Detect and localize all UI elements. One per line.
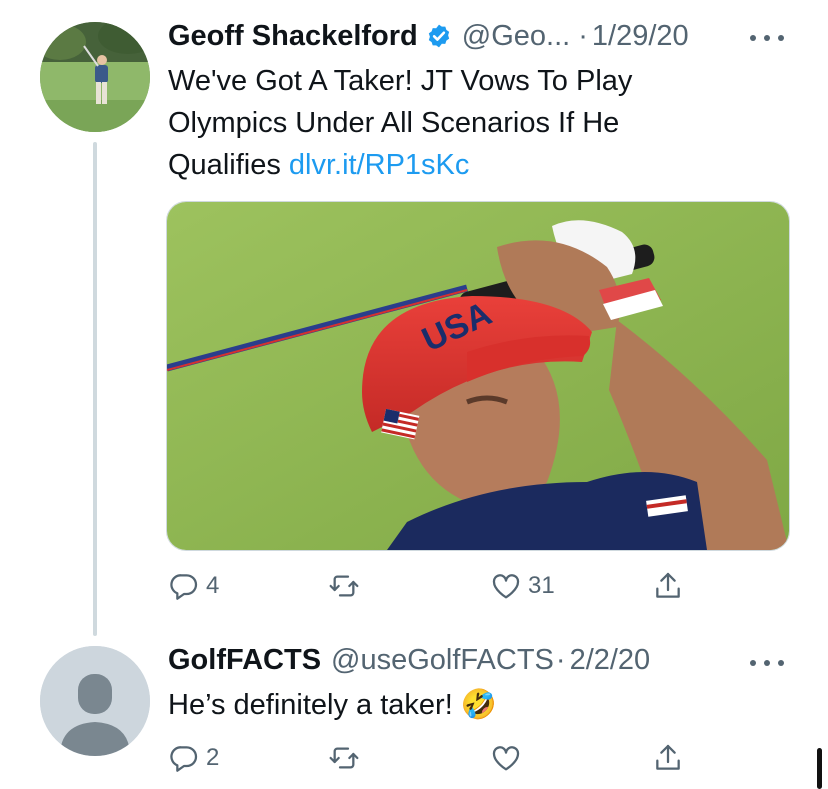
retweet-icon (329, 747, 359, 769)
tweet1-text: We've Got A Taker! JT Vows To Play Olymp… (168, 60, 728, 186)
tweet2-separator: · (555, 643, 566, 676)
tweet1-reply-count: 4 (206, 572, 220, 599)
tweet2-more-options-icon[interactable] (750, 656, 784, 670)
tweet2-header: GolfFACTS @useGolfFACTS · 2/2/20 (168, 642, 650, 678)
reply-icon (170, 746, 198, 772)
tweet2-text: He’s definitely a taker! 🤣 (168, 684, 497, 726)
heart-icon (492, 746, 520, 771)
share-icon (656, 744, 680, 770)
avatar-golffacts-default[interactable] (40, 646, 150, 756)
retweet-icon (329, 575, 359, 597)
tweet1-separator: · (578, 19, 588, 52)
tweet1-header: Geoff Shackelford @Geo... · 1/29/20 (168, 18, 689, 54)
tweet2-author-name[interactable]: GolfFACTS (168, 644, 321, 677)
reply-icon (170, 574, 198, 600)
tweet1-action-bar: 4 31 (168, 566, 688, 606)
tweet1-like-count: 31 (528, 572, 555, 599)
tweet1-like-button[interactable]: 31 (490, 566, 555, 606)
tweet2-reply-button[interactable]: 2 (168, 738, 219, 778)
tweet2-body-text: He’s definitely a taker! (168, 689, 461, 721)
tweet2-reply-count: 2 (206, 744, 220, 771)
vertical-scrollbar[interactable] (817, 748, 822, 789)
tweet1-retweet-button[interactable] (328, 566, 366, 606)
tweet2-retweet-button[interactable] (328, 738, 366, 778)
tweet1-author-name[interactable]: Geoff Shackelford (168, 20, 418, 53)
thread-connector-line (93, 142, 97, 636)
tweet2-date[interactable]: 2/2/20 (570, 644, 651, 677)
tweet1-media-image[interactable]: USA (166, 201, 790, 551)
verified-badge-icon (426, 23, 452, 49)
tweet1-share-button[interactable] (652, 566, 684, 606)
tweet1-date[interactable]: 1/29/20 (592, 20, 689, 53)
tweet1-more-options-icon[interactable] (750, 31, 784, 45)
tweet2-share-button[interactable] (652, 738, 684, 778)
tweet2-handle[interactable]: @useGolfFACTS (331, 644, 554, 677)
tweet1-link[interactable]: dlvr.it/RP1sKc (289, 149, 470, 181)
default-profile-icon (40, 646, 150, 756)
avatar-geoff-shackelford[interactable] (40, 22, 150, 132)
tweet2-like-button[interactable] (490, 738, 528, 778)
share-icon (656, 572, 680, 598)
heart-icon (492, 574, 520, 599)
tweet1-reply-button[interactable]: 4 (168, 566, 219, 606)
rolling-laughing-emoji: 🤣 (460, 689, 497, 721)
tweet1-handle[interactable]: @Geo... (462, 20, 570, 53)
tweet2-action-bar: 2 (168, 738, 688, 778)
